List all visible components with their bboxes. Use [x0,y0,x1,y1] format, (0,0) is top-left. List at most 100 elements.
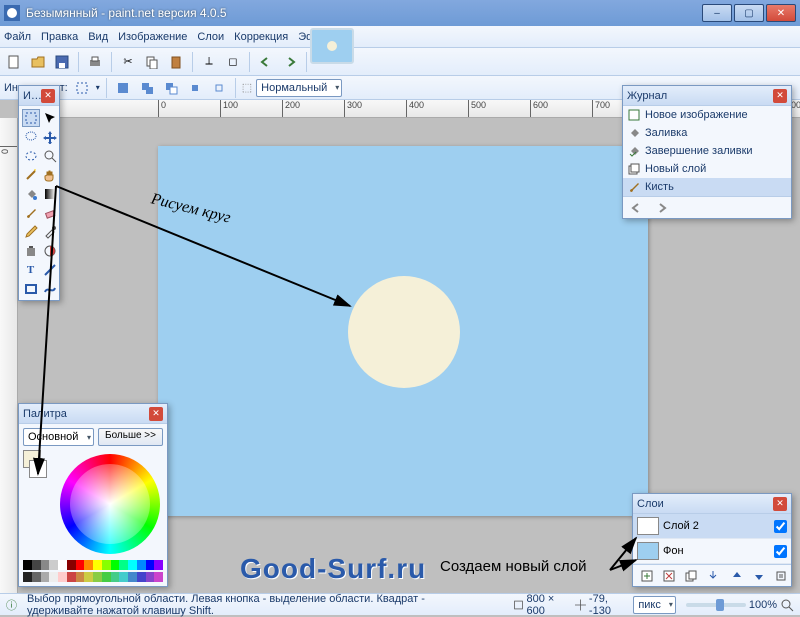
tool-ellipse-select[interactable] [22,147,40,165]
layers-panel-title: Слои [637,498,773,510]
layer-item[interactable]: Фон [633,539,791,564]
tool-recolor[interactable] [41,242,59,260]
menu-file[interactable]: Файл [4,31,31,43]
position-icon [575,598,586,612]
watermark: Good-Surf.ru [240,553,426,585]
menu-image[interactable]: Изображение [118,31,187,43]
add-layer-button[interactable] [637,566,657,586]
selection-mode-2[interactable] [137,78,157,98]
window-maximize[interactable]: ▢ [734,4,764,22]
history-item[interactable]: Новое изображение [623,106,791,124]
fill-icon [627,126,641,140]
flood-mode-label: ⬚ [242,81,252,94]
tool-eraser[interactable] [41,204,59,222]
layer-up-button[interactable] [727,566,747,586]
crop-button[interactable]: ⟂ [199,52,219,72]
deselect-button[interactable]: ◻ [223,52,243,72]
layer-item[interactable]: Слой 2 [633,514,791,539]
colors-panel: Палитра✕ Основной Больше >> [18,403,168,587]
redo-button[interactable] [280,52,300,72]
zoom-icon [780,598,794,612]
selection-mode-3[interactable] [161,78,181,98]
colors-more-button[interactable]: Больше >> [98,428,163,446]
ruler-vertical: 0 [0,118,18,593]
colors-panel-title: Палитра [23,408,149,420]
tool-pencil[interactable] [22,223,40,241]
history-redo[interactable] [651,198,671,218]
layer-thumb [637,542,659,560]
new-image-icon [627,108,641,122]
color-mode-combo[interactable]: Основной [23,428,94,446]
status-bar: ⓘ Выбор прямоугольной области. Левая кно… [0,593,800,615]
tool-zoom[interactable] [41,147,59,165]
history-undo[interactable] [627,198,647,218]
palette-row-1[interactable] [23,560,163,570]
tool-line[interactable] [41,261,59,279]
tool-move-selection[interactable] [41,109,59,127]
tool-text[interactable]: T [22,261,40,279]
colors-panel-close[interactable]: ✕ [149,407,163,421]
save-button[interactable] [52,52,72,72]
zoom-control[interactable]: 100% [686,598,794,612]
status-hint: Выбор прямоугольной области. Левая кнопк… [27,593,493,617]
tool-select-icon[interactable] [72,78,92,98]
tool-lasso[interactable] [22,128,40,146]
tool-gradient[interactable] [41,185,59,203]
flood-mode-combo[interactable]: Нормальный [256,79,342,97]
paste-button[interactable] [166,52,186,72]
status-size: 800 × 600 [513,593,565,617]
window-minimize[interactable]: – [702,4,732,22]
history-item[interactable]: Завершение заливки [623,142,791,160]
new-layer-icon [627,162,641,176]
merge-layer-button[interactable] [703,566,723,586]
menu-layers[interactable]: Слои [197,31,224,43]
tool-color-picker[interactable] [41,223,59,241]
selection-mode-1[interactable] [113,78,133,98]
history-item[interactable]: Кисть [623,178,791,196]
brush-icon [627,180,641,194]
copy-button[interactable] [142,52,162,72]
status-position: -79, -130 [575,593,623,617]
history-item[interactable]: Новый слой [623,160,791,178]
tool-magic-wand[interactable] [22,166,40,184]
tool-rect-select[interactable] [22,109,40,127]
fill-done-icon [627,144,641,158]
tools-panel-close[interactable]: ✕ [41,89,55,103]
menu-edit[interactable]: Правка [41,31,78,43]
tool-pan[interactable] [41,166,59,184]
tool-brush[interactable] [22,204,40,222]
tool-move-pixels[interactable] [41,128,59,146]
delete-layer-button[interactable] [659,566,679,586]
layer-down-button[interactable] [749,566,769,586]
layers-panel-close[interactable]: ✕ [773,497,787,511]
new-button[interactable] [4,52,24,72]
print-button[interactable] [85,52,105,72]
color-wheel[interactable] [60,454,160,554]
layer-visible-checkbox[interactable] [774,545,787,558]
layers-panel: Слои✕ Слой 2 Фон [632,493,792,587]
open-button[interactable] [28,52,48,72]
secondary-color-swatch[interactable] [29,460,47,478]
menu-view[interactable]: Вид [88,31,108,43]
tool-freeform[interactable] [41,280,59,298]
selection-mode-4[interactable] [185,78,205,98]
tool-rectangle[interactable] [22,280,40,298]
palette-row-2[interactable] [23,572,163,582]
menu-adjustments[interactable]: Коррекция [234,31,288,43]
unit-combo[interactable]: пикс [633,596,676,614]
selection-mode-5[interactable] [209,78,229,98]
app-icon [4,5,20,21]
cut-button[interactable]: ✂ [118,52,138,72]
canvas[interactable] [158,146,648,516]
duplicate-layer-button[interactable] [681,566,701,586]
tool-fill[interactable] [22,185,40,203]
undo-button[interactable] [256,52,276,72]
layer-properties-button[interactable] [771,566,791,586]
layer-visible-checkbox[interactable] [774,520,787,533]
window-close[interactable]: ✕ [766,4,796,22]
history-panel: Журнал✕ Новое изображение Заливка Заверш… [622,85,792,219]
history-item[interactable]: Заливка [623,124,791,142]
document-tab[interactable] [310,28,354,64]
tool-clone[interactable] [22,242,40,260]
history-panel-close[interactable]: ✕ [773,89,787,103]
